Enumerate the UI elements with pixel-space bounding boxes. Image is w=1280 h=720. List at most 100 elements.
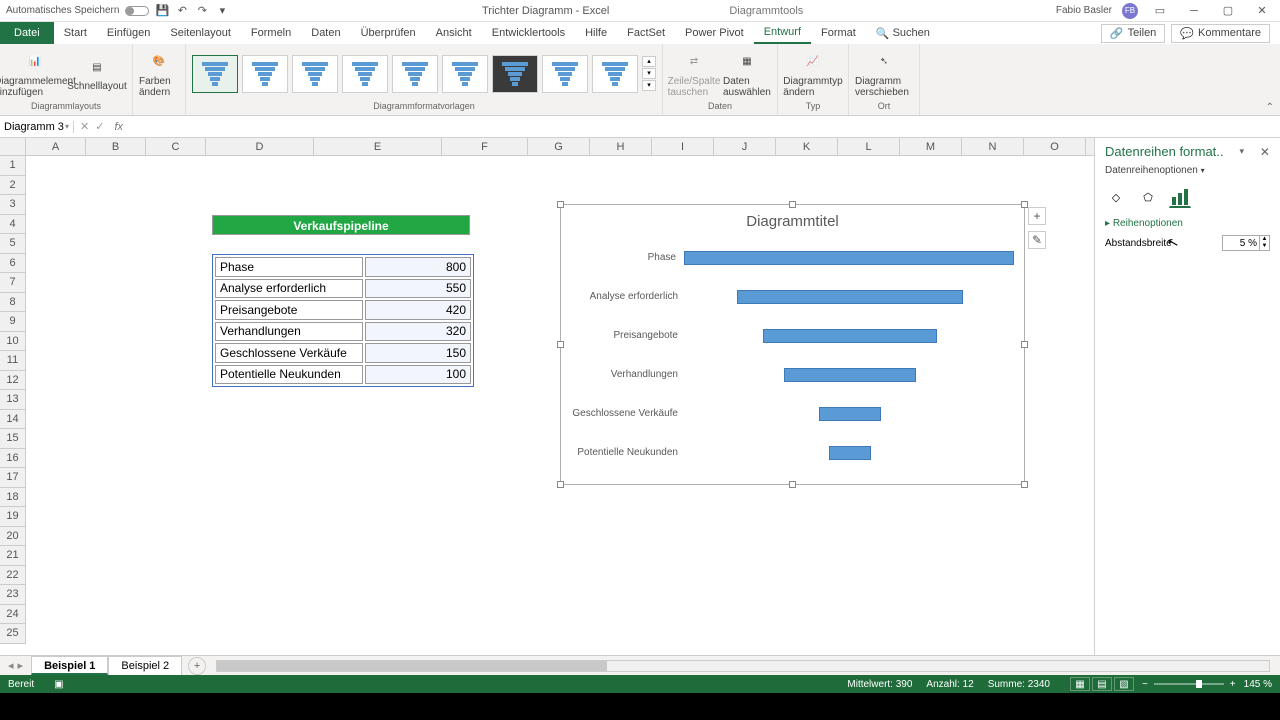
cell-label[interactable]: Preisangebote xyxy=(215,300,363,320)
cell-label[interactable]: Phase xyxy=(215,257,363,277)
autosave-toggle[interactable] xyxy=(125,6,149,16)
cell-label[interactable]: Analyse erforderlich xyxy=(215,279,363,299)
col-header[interactable]: I xyxy=(652,138,714,155)
tab-seitenlayout[interactable]: Seitenlayout xyxy=(160,22,241,44)
funnel-bar[interactable] xyxy=(737,290,964,304)
undo-icon[interactable]: ↶ xyxy=(175,4,189,18)
tab-nav-next-icon[interactable]: ▸ xyxy=(18,659,24,672)
style-scroll-icon[interactable]: ▾ xyxy=(642,80,656,91)
cell-value[interactable]: 420 xyxy=(365,300,471,320)
funnel-bar[interactable] xyxy=(784,368,916,382)
sheet-tab[interactable]: Beispiel 1 xyxy=(31,656,108,675)
chart-styles-button[interactable]: ✎ xyxy=(1028,231,1046,249)
tab-start[interactable]: Start xyxy=(54,22,97,44)
redo-icon[interactable]: ↷ xyxy=(195,4,209,18)
resize-handle[interactable] xyxy=(557,201,564,208)
tab-power pivot[interactable]: Power Pivot xyxy=(675,22,754,44)
row-header[interactable]: 23 xyxy=(0,585,26,605)
row-header[interactable]: 11 xyxy=(0,351,26,371)
col-header[interactable]: N xyxy=(962,138,1024,155)
row-header[interactable]: 1 xyxy=(0,156,26,176)
cell-value[interactable]: 800 xyxy=(365,257,471,277)
add-sheet-button[interactable]: + xyxy=(188,657,206,675)
fill-line-icon[interactable]: ◇ xyxy=(1105,186,1127,208)
col-header[interactable]: J xyxy=(714,138,776,155)
page-break-icon[interactable]: ▧ xyxy=(1114,677,1134,691)
close-pane-icon[interactable]: ✕ xyxy=(1260,145,1270,159)
tab-daten[interactable]: Daten xyxy=(301,22,350,44)
row-header[interactable]: 14 xyxy=(0,410,26,430)
cell-value[interactable]: 320 xyxy=(365,322,471,342)
row-header[interactable]: 12 xyxy=(0,371,26,391)
funnel-bar[interactable] xyxy=(684,251,1014,265)
style-scroll-icon[interactable]: ▴ xyxy=(642,56,656,67)
row-header[interactable]: 10 xyxy=(0,332,26,352)
row-header[interactable]: 6 xyxy=(0,254,26,274)
resize-handle[interactable] xyxy=(1021,481,1028,488)
formula-input[interactable] xyxy=(127,121,1280,133)
col-header[interactable]: O xyxy=(1024,138,1086,155)
tab-ansicht[interactable]: Ansicht xyxy=(426,22,482,44)
col-header[interactable]: K xyxy=(776,138,838,155)
cell-label[interactable]: Geschlossene Verkäufe xyxy=(215,343,363,363)
chart-style-8[interactable] xyxy=(542,55,588,93)
funnel-chart[interactable]: Diagrammtitel PhaseAnalyse erforderlichP… xyxy=(560,204,1025,485)
chart-title[interactable]: Diagrammtitel xyxy=(561,205,1024,234)
style-scroll-icon[interactable]: ▾ xyxy=(642,68,656,79)
col-header[interactable]: M xyxy=(900,138,962,155)
close-icon[interactable]: ✕ xyxy=(1250,4,1274,17)
tab-formeln[interactable]: Formeln xyxy=(241,22,301,44)
row-header[interactable]: 9 xyxy=(0,312,26,332)
tab-einfügen[interactable]: Einfügen xyxy=(97,22,160,44)
funnel-bar[interactable] xyxy=(763,329,936,343)
move-chart-button[interactable]: ➴ Diagramm verschieben xyxy=(855,50,913,98)
chart-style-5[interactable] xyxy=(392,55,438,93)
col-header[interactable]: A xyxy=(26,138,86,155)
row-header[interactable]: 13 xyxy=(0,390,26,410)
col-header[interactable]: G xyxy=(528,138,590,155)
tab-überprüfen[interactable]: Überprüfen xyxy=(351,22,426,44)
resize-handle[interactable] xyxy=(1021,201,1028,208)
gap-width-spinner[interactable]: ▲▼ xyxy=(1222,235,1270,251)
row-header[interactable]: 21 xyxy=(0,546,26,566)
chart-style-3[interactable] xyxy=(292,55,338,93)
chart-style-2[interactable] xyxy=(242,55,288,93)
resize-handle[interactable] xyxy=(789,201,796,208)
comments-button[interactable]: 💬 Kommentare xyxy=(1171,24,1270,43)
cell-label[interactable]: Verhandlungen xyxy=(215,322,363,342)
section-label[interactable]: Reihenoptionen xyxy=(1113,218,1183,229)
cell-value[interactable]: 150 xyxy=(365,343,471,363)
zoom-out-icon[interactable]: − xyxy=(1142,679,1148,690)
quick-layout-button[interactable]: ▤ Schnelllayout xyxy=(68,55,126,92)
select-data-button[interactable]: ▦ Daten auswählen xyxy=(723,50,771,98)
tab-nav-prev-icon[interactable]: ◂ xyxy=(8,659,14,672)
col-header[interactable]: B xyxy=(86,138,146,155)
minimize-icon[interactable]: ─ xyxy=(1182,5,1206,17)
chart-style-6[interactable] xyxy=(442,55,488,93)
row-header[interactable]: 24 xyxy=(0,605,26,625)
gap-width-input[interactable] xyxy=(1223,236,1259,250)
normal-view-icon[interactable]: ▦ xyxy=(1070,677,1090,691)
select-all-corner[interactable] xyxy=(0,138,26,155)
col-header[interactable]: E xyxy=(314,138,442,155)
row-header[interactable]: 22 xyxy=(0,566,26,586)
add-chart-element-button[interactable]: 📊 Diagrammelement hinzufügen xyxy=(6,50,64,98)
resize-handle[interactable] xyxy=(1021,341,1028,348)
row-header[interactable]: 18 xyxy=(0,488,26,508)
effects-icon[interactable]: ⬠ xyxy=(1137,186,1159,208)
cell-value[interactable]: 100 xyxy=(365,365,471,385)
row-header[interactable]: 15 xyxy=(0,429,26,449)
change-chart-type-button[interactable]: 📈 Diagrammtyp ändern xyxy=(784,50,842,98)
row-header[interactable]: 5 xyxy=(0,234,26,254)
tab-factset[interactable]: FactSet xyxy=(617,22,675,44)
zoom-in-icon[interactable]: + xyxy=(1230,679,1236,690)
tab-format[interactable]: Format xyxy=(811,22,866,44)
share-button[interactable]: 🔗 Teilen xyxy=(1101,24,1165,43)
page-layout-icon[interactable]: ▤ xyxy=(1092,677,1112,691)
col-header[interactable]: D xyxy=(206,138,314,155)
file-tab[interactable]: Datei xyxy=(0,22,54,44)
resize-handle[interactable] xyxy=(789,481,796,488)
cell-value[interactable]: 550 xyxy=(365,279,471,299)
chart-elements-button[interactable]: + xyxy=(1028,207,1046,225)
horizontal-scrollbar[interactable] xyxy=(216,660,1270,672)
